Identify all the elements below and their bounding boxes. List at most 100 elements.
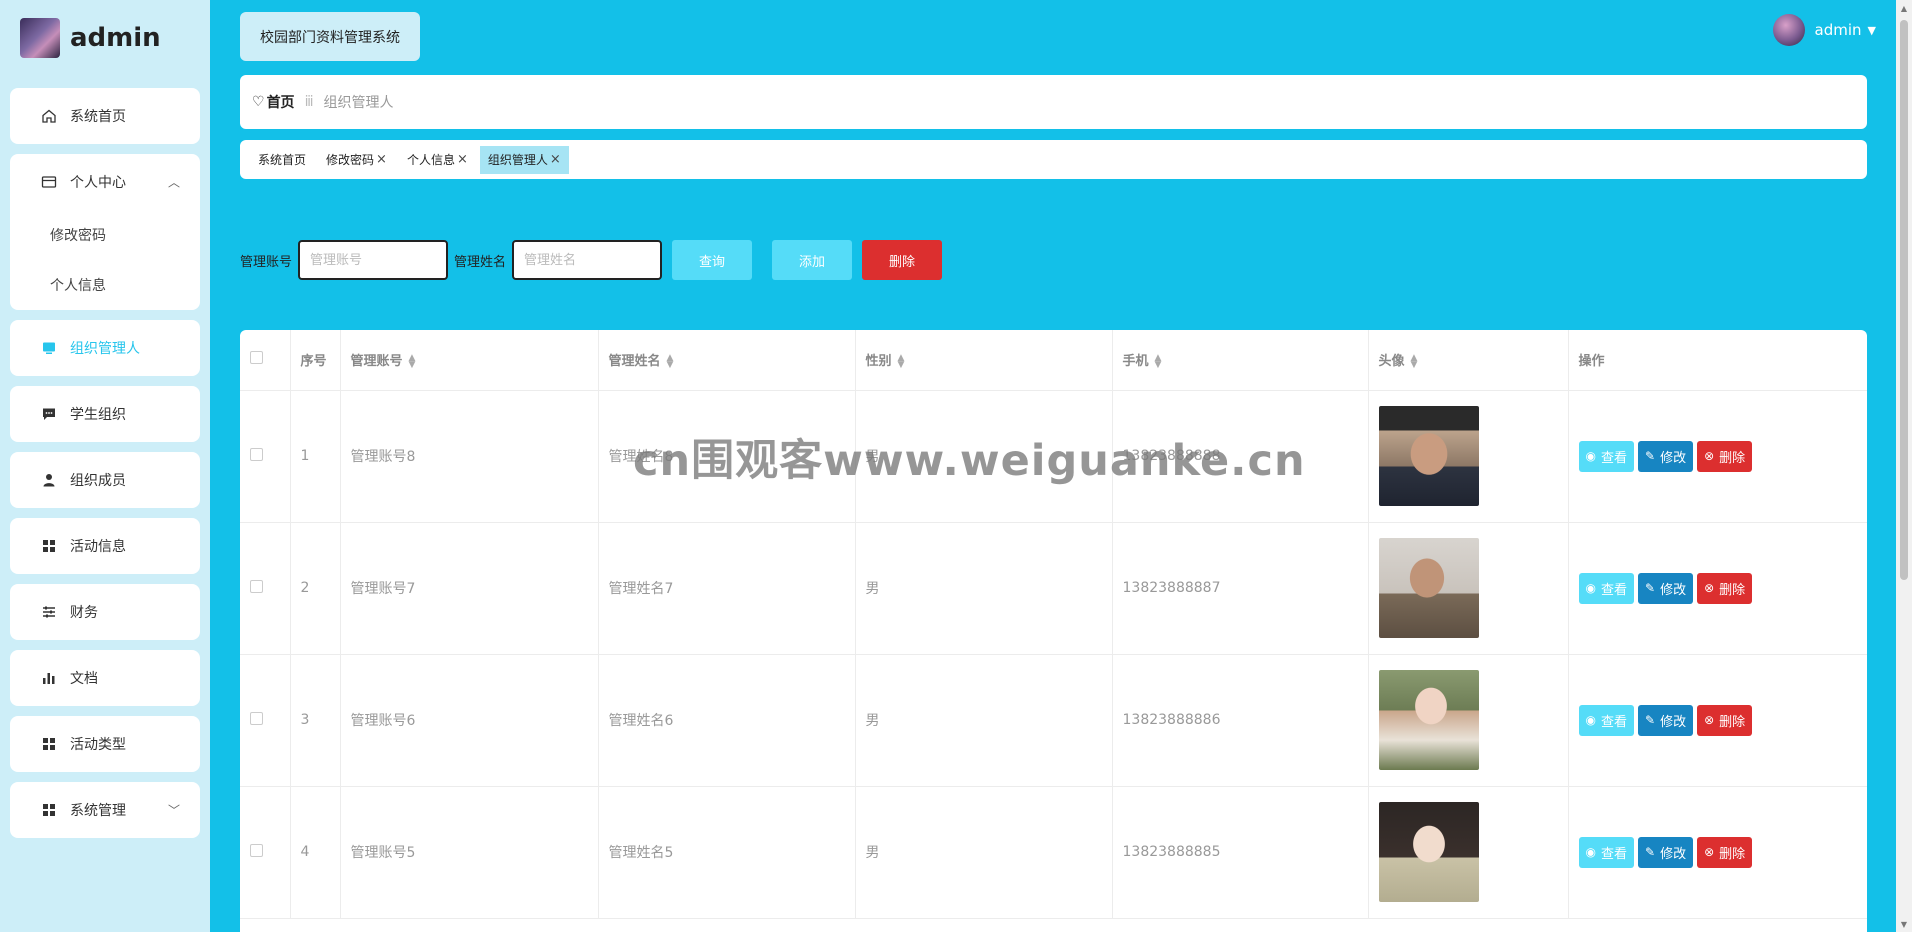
batch-delete-button[interactable]: 删除 — [862, 240, 943, 280]
tag-home[interactable]: 系统首页 — [250, 146, 314, 174]
view-button[interactable]: ◉ 查看 — [1578, 572, 1634, 604]
breadcrumb-home-label: 首页 — [266, 95, 295, 111]
sidebar-item-finance[interactable]: 财务 — [10, 584, 200, 640]
table-row: 3 管理账号6 管理姓名6 男 13823888886 ◉ 查看 ✎ 修改 ⊗ 删除 — [240, 654, 1867, 787]
chevron-down-icon: ﹀ — [167, 803, 180, 818]
row-checkbox[interactable] — [250, 711, 263, 725]
sidebar-item-org-members[interactable]: 组织成员 — [10, 452, 200, 508]
user-menu[interactable]: admin ▼ — [1772, 14, 1876, 46]
delete-button[interactable]: ⊗ 删除 — [1697, 836, 1753, 868]
tag-label: 修改密码 — [326, 153, 375, 167]
select-all-checkbox[interactable] — [250, 351, 263, 365]
delete-label: 删除 — [1719, 582, 1746, 598]
view-label: 查看 — [1600, 714, 1627, 730]
col-avatar[interactable]: 头像 ▲ ▼ — [1368, 330, 1569, 391]
col-index: 序号 — [290, 330, 341, 391]
query-button[interactable]: 查询 — [672, 240, 753, 280]
col-phone[interactable]: 手机 ▲ ▼ — [1112, 330, 1369, 391]
breadcrumb-separator: ⅲ — [304, 94, 314, 110]
delete-button[interactable]: ⊗ 删除 — [1697, 704, 1753, 736]
col-actions: 操作 — [1568, 330, 1867, 391]
row-checkbox[interactable] — [250, 579, 263, 593]
delete-label: 删除 — [1719, 846, 1746, 862]
col-account[interactable]: 管理账号 ▲ ▼ — [340, 330, 599, 391]
table-row: 2 管理账号7 管理姓名7 男 13823888887 ◉ 查看 ✎ 修改 ⊗ 删除 — [240, 522, 1867, 655]
view-button[interactable]: ◉ 查看 — [1578, 440, 1634, 472]
tag-personal-info[interactable]: 个人信息 × — [399, 146, 476, 174]
close-icon[interactable]: × — [376, 152, 387, 167]
close-icon[interactable]: × — [457, 152, 468, 167]
edit-button[interactable]: ✎ 修改 — [1638, 440, 1694, 472]
select-all-cell[interactable] — [240, 330, 291, 391]
cell-phone: 13823888888 — [1112, 390, 1369, 523]
cell-index: 1 — [290, 390, 341, 523]
scroll-thumb[interactable] — [1900, 20, 1908, 580]
name-search-input[interactable] — [512, 240, 663, 280]
data-table: 序号 管理账号 ▲ ▼ 管理姓名 ▲ ▼ 性别 ▲ ▼ 手机 ▲ ▼ 头像 ▲ ▼ 操作 1 管理账… — [240, 330, 1867, 932]
row-select-cell[interactable] — [240, 786, 291, 919]
cell-index: 3 — [290, 654, 341, 787]
avatar-photo — [1378, 406, 1479, 506]
delete-button[interactable]: ⊗ 删除 — [1697, 440, 1753, 472]
sidebar-subitem-personal-info[interactable]: 个人信息 — [10, 260, 200, 310]
view-button[interactable]: ◉ 查看 — [1578, 836, 1634, 868]
delete-button[interactable]: ⊗ 删除 — [1697, 572, 1753, 604]
tag-change-password[interactable]: 修改密码 × — [318, 146, 395, 174]
row-select-cell[interactable] — [240, 522, 291, 655]
table-row: 1 管理账号8 管理姓名8 男 13823888888 ◉ 查看 ✎ 修改 ⊗ 删除 — [240, 390, 1867, 523]
sort-icon[interactable]: ▲ ▼ — [1155, 353, 1162, 369]
edit-button[interactable]: ✎ 修改 — [1638, 572, 1694, 604]
sidebar-item-personal-center[interactable]: 个人中心 ︿ — [10, 154, 200, 210]
delete-label: 删除 — [1719, 450, 1746, 466]
sidebar-item-documents[interactable]: 文档 — [10, 650, 200, 706]
cell-name: 管理姓名7 — [598, 522, 856, 655]
sort-icon[interactable]: ▲ ▼ — [898, 353, 905, 369]
row-checkbox[interactable] — [250, 447, 263, 461]
avatar-photo — [1378, 670, 1479, 770]
sort-icon[interactable]: ▲ ▼ — [1411, 353, 1418, 369]
view-label: 查看 — [1600, 582, 1627, 598]
add-button[interactable]: 添加 — [772, 240, 853, 280]
cell-actions: ◉ 查看 ✎ 修改 ⊗ 删除 — [1568, 390, 1867, 523]
tag-label: 个人信息 — [406, 153, 455, 167]
sidebar-item-student-org[interactable]: 学生组织 — [10, 386, 200, 442]
sort-icon[interactable]: ▲ ▼ — [667, 353, 674, 369]
page-scrollbar[interactable]: ▲ ▼ — [1896, 0, 1912, 932]
view-label: 查看 — [1600, 846, 1627, 862]
cell-actions: ◉ 查看 ✎ 修改 ⊗ 删除 — [1568, 654, 1867, 787]
chat-icon — [40, 405, 58, 423]
sidebar-item-system-admin[interactable]: 系统管理 ﹀ — [10, 782, 200, 838]
col-name[interactable]: 管理姓名 ▲ ▼ — [598, 330, 856, 391]
col-gender[interactable]: 性别 ▲ ▼ — [855, 330, 1113, 391]
tags-bar: 系统首页 修改密码 × 个人信息 × 组织管理人 × — [240, 140, 1867, 179]
sort-icon[interactable]: ▲ ▼ — [409, 353, 416, 369]
row-select-cell[interactable] — [240, 390, 291, 523]
row-select-cell[interactable] — [240, 654, 291, 787]
close-icon[interactable]: × — [550, 152, 561, 167]
sliders-icon — [40, 603, 58, 621]
sidebar-item-activity-type[interactable]: 活动类型 — [10, 716, 200, 772]
bar-chart-icon — [40, 669, 58, 687]
sidebar-subitem-change-password[interactable]: 修改密码 — [10, 210, 200, 260]
cell-index: 2 — [290, 522, 341, 655]
account-search-input[interactable] — [298, 240, 449, 280]
row-checkbox[interactable] — [250, 843, 263, 857]
circle-x-icon: ⊗ — [1704, 845, 1715, 859]
cell-actions: ◉ 查看 ✎ 修改 ⊗ 删除 — [1568, 786, 1867, 919]
sidebar-item-org-manager[interactable]: 组织管理人 — [10, 320, 200, 376]
col-gender-label: 性别 — [865, 354, 892, 370]
sidebar-item-activity-info[interactable]: 活动信息 — [10, 518, 200, 574]
breadcrumb-home[interactable]: ♡ 首页 — [252, 92, 295, 112]
view-button[interactable]: ◉ 查看 — [1578, 704, 1634, 736]
eye-icon: ◉ — [1585, 449, 1596, 463]
edit-button[interactable]: ✎ 修改 — [1638, 704, 1694, 736]
user-name: admin — [1814, 21, 1862, 39]
scroll-up-icon[interactable]: ▲ — [1896, 0, 1912, 16]
avatar-photo — [1378, 802, 1479, 902]
sidebar-item-home[interactable]: 系统首页 — [10, 88, 200, 144]
scroll-down-icon[interactable]: ▼ — [1896, 916, 1912, 932]
cell-account: 管理账号5 — [340, 786, 599, 919]
tag-org-manager[interactable]: 组织管理人 × — [479, 145, 569, 174]
cell-avatar — [1368, 522, 1569, 655]
edit-button[interactable]: ✎ 修改 — [1638, 836, 1694, 868]
